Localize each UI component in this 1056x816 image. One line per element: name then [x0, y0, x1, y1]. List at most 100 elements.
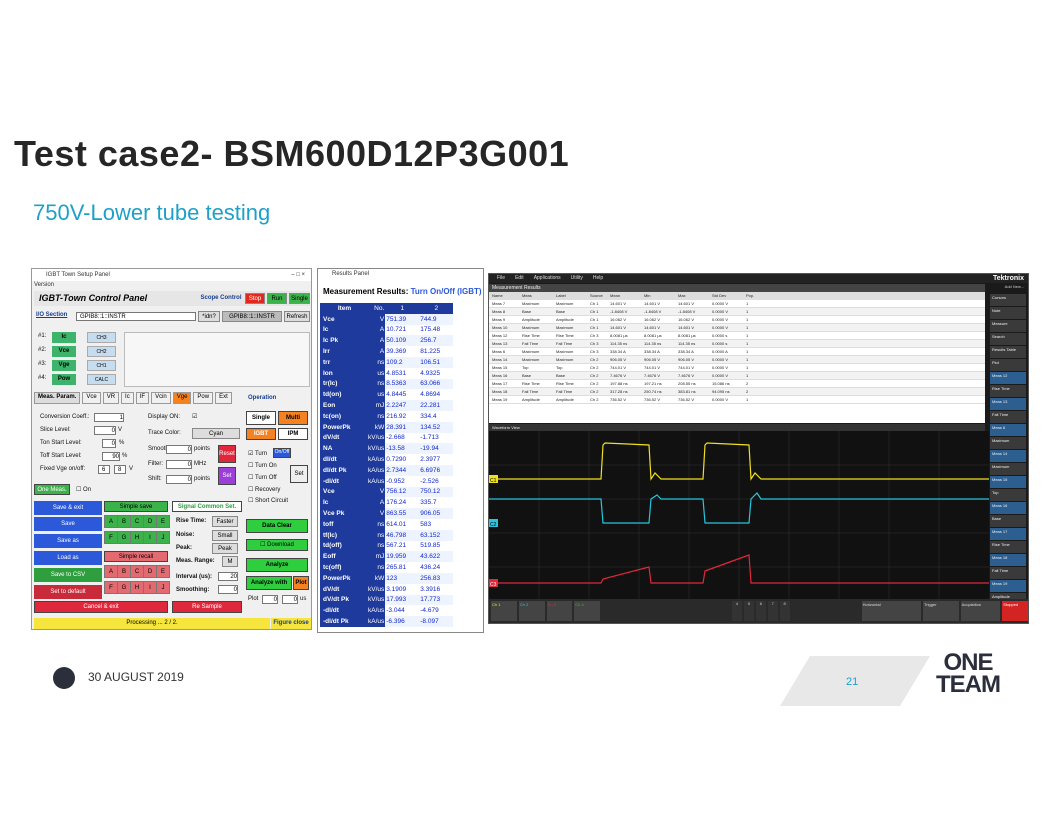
recall-i-button[interactable]: I [143, 581, 157, 594]
igbt-button[interactable]: IGBT [246, 428, 276, 440]
tab-if[interactable]: IF [135, 392, 150, 404]
meas-range-button[interactable]: M [222, 556, 238, 567]
save-csv-button[interactable]: Save to CSV [34, 568, 102, 582]
side-panel-item[interactable]: Search [990, 333, 1026, 345]
channel-source[interactable]: CALC [87, 374, 116, 385]
button-4[interactable]: 4 [732, 601, 742, 621]
slot-b-button[interactable]: B [117, 515, 131, 528]
tab-vce[interactable]: Vce [82, 392, 101, 404]
save-button[interactable]: Save [34, 517, 102, 531]
side-panel-item[interactable]: Meas 17 [990, 528, 1026, 540]
slice-input[interactable]: 0 [94, 426, 116, 435]
stopped-badge[interactable]: Stopped [1002, 601, 1028, 621]
side-panel-item[interactable]: Results Table [990, 346, 1026, 358]
side-panel-item[interactable]: Meas 18 [990, 554, 1026, 566]
add-new-button[interactable]: Add New... [1005, 284, 1024, 289]
trigger-badge[interactable]: Trigger [923, 601, 959, 621]
save-as-button[interactable]: Save as [34, 534, 102, 548]
waveform-display[interactable]: C1 C2 C3 [489, 431, 989, 601]
slot-i-button[interactable]: I [143, 531, 157, 544]
button-7[interactable]: 7 [767, 601, 778, 621]
set-default-button[interactable]: Set to default [34, 585, 102, 599]
single-button[interactable]: Single [289, 293, 310, 304]
tab-ext[interactable]: Ext [215, 392, 232, 404]
short-circuit-checkbox[interactable]: ☐ Short Circuit [248, 497, 288, 504]
resample-button[interactable]: Re Sample [172, 601, 242, 613]
save-exit-button[interactable]: Save & exit [34, 501, 102, 515]
side-panel-item[interactable]: Rise Time [990, 385, 1026, 397]
recall-c-button[interactable]: C [130, 565, 144, 578]
plot-end-input[interactable]: 0 [282, 595, 298, 604]
smoothing-input[interactable]: 0 [218, 585, 238, 594]
slot-j-button[interactable]: J [156, 531, 170, 544]
run-button[interactable]: Run [267, 293, 287, 304]
measurement-row[interactable]: Meas 17 Rise Time Rise Time Ch 2 197.88 ns 19… [489, 380, 985, 388]
trace-color-button[interactable]: Cyan [192, 428, 240, 439]
channel-source[interactable]: CH2 [87, 346, 116, 357]
single-mode-button[interactable]: Single [246, 411, 276, 425]
conversion-input[interactable]: 1 [94, 413, 124, 422]
slot-d-button[interactable]: D [143, 515, 157, 528]
gpib-button[interactable]: GPIB8::1::INSTR [222, 311, 282, 322]
side-panel-item[interactable]: Top [990, 489, 1026, 501]
recall-d-button[interactable]: D [143, 565, 157, 578]
plot-start-input[interactable]: 0 [262, 595, 278, 604]
measurement-row[interactable]: Meas 15 Top Top Ch 2 744.01 V 744.01 V 744.01 … [489, 364, 985, 372]
channel-chip[interactable]: Vce [52, 346, 76, 357]
recall-h-button[interactable]: H [130, 581, 144, 594]
operation-set-button[interactable]: Set [290, 465, 308, 483]
load-as-button[interactable]: Load as [34, 551, 102, 565]
recall-g-button[interactable]: G [117, 581, 131, 594]
filter-input[interactable]: 0 [166, 460, 192, 469]
plot-button[interactable]: Plot [293, 576, 309, 590]
recall-a-button[interactable]: A [104, 565, 118, 578]
interval-input[interactable]: 20 [218, 572, 238, 581]
channel-source[interactable]: CH3 [87, 332, 116, 343]
slot-a-button[interactable]: A [104, 515, 118, 528]
tab-ic[interactable]: Ic [121, 392, 134, 404]
multi-mode-button[interactable]: Multi [278, 411, 308, 425]
side-panel-item[interactable]: Plot [990, 359, 1026, 371]
button-6[interactable]: 6 [755, 601, 766, 621]
analyze-with-button[interactable]: Analyze with [246, 576, 292, 590]
measurement-row[interactable]: Meas 8 Base Base Ch 1 -1.8408 V -1.8408 V -1.8… [489, 308, 985, 316]
cancel-exit-button[interactable]: Cancel & exit [34, 601, 168, 613]
measurement-row[interactable]: Meas 10 Maximum Maximum Ch 1 14.601 V 14.601 … [489, 324, 985, 332]
recall-e-button[interactable]: E [156, 565, 170, 578]
side-panel-item[interactable]: Maximum [990, 437, 1026, 449]
menu-applications[interactable]: Applications [534, 274, 561, 283]
slot-c-button[interactable]: C [130, 515, 144, 528]
ch3-badge[interactable]: Ch 3 [546, 601, 573, 621]
turn-checkbox[interactable]: ☑ Turn [248, 450, 267, 457]
measurement-row[interactable]: Meas 14 Maximum Maximum Ch 2 906.05 V 906.05 … [489, 356, 985, 364]
side-panel-item[interactable]: Meas 6 [990, 424, 1026, 436]
display-checkbox[interactable]: ☑ [192, 413, 197, 420]
measurement-row[interactable]: Meas 13 Fall Time Fall Time Ch 3 114.35 ns 11… [489, 340, 985, 348]
side-panel-item[interactable]: Maximum [990, 463, 1026, 475]
side-panel-item[interactable]: Meas 16 [990, 502, 1026, 514]
tab-pow[interactable]: Pow [193, 392, 214, 404]
slot-g-button[interactable]: G [117, 531, 131, 544]
side-panel-item[interactable]: Measure [990, 320, 1026, 332]
turn-off-checkbox[interactable]: ☐ Turn Off [248, 474, 277, 481]
recall-j-button[interactable]: J [156, 581, 170, 594]
button-5[interactable]: 5 [743, 601, 754, 621]
side-panel-item[interactable]: Base [990, 515, 1026, 527]
side-panel-item[interactable]: Meas 14 [990, 450, 1026, 462]
on-off-badge[interactable]: On/Off [273, 448, 291, 458]
side-panel-item[interactable]: Fall Time [990, 567, 1026, 579]
measurement-row[interactable]: Meas 19 Amplitude Amplitude Ch 2 736.52 V 736… [489, 396, 985, 404]
window-controls[interactable]: – □ × [291, 269, 305, 281]
side-panel-item[interactable]: Note [990, 307, 1026, 319]
measurement-row[interactable]: Meas 7 Maximum Maximum Ch 1 14.601 V 14.601 V… [489, 300, 985, 308]
fixed-vge-on[interactable]: 6 [98, 465, 110, 474]
shift-input[interactable]: 0 [166, 475, 192, 484]
download-button[interactable]: ☐ Download [246, 539, 308, 551]
reset-button[interactable]: Reset [218, 445, 236, 463]
fixed-vge-off[interactable]: 8 [114, 465, 126, 474]
button-8[interactable]: 8 [779, 601, 790, 621]
on-checkbox[interactable]: ☐ On [76, 486, 91, 493]
peak-button[interactable]: Peak [212, 543, 238, 554]
measurement-row[interactable]: Meas 9 Amplitude Amplitude Ch 1 16.062 V 16.0… [489, 316, 985, 324]
horizontal-badge[interactable]: Horizontal [861, 601, 922, 621]
